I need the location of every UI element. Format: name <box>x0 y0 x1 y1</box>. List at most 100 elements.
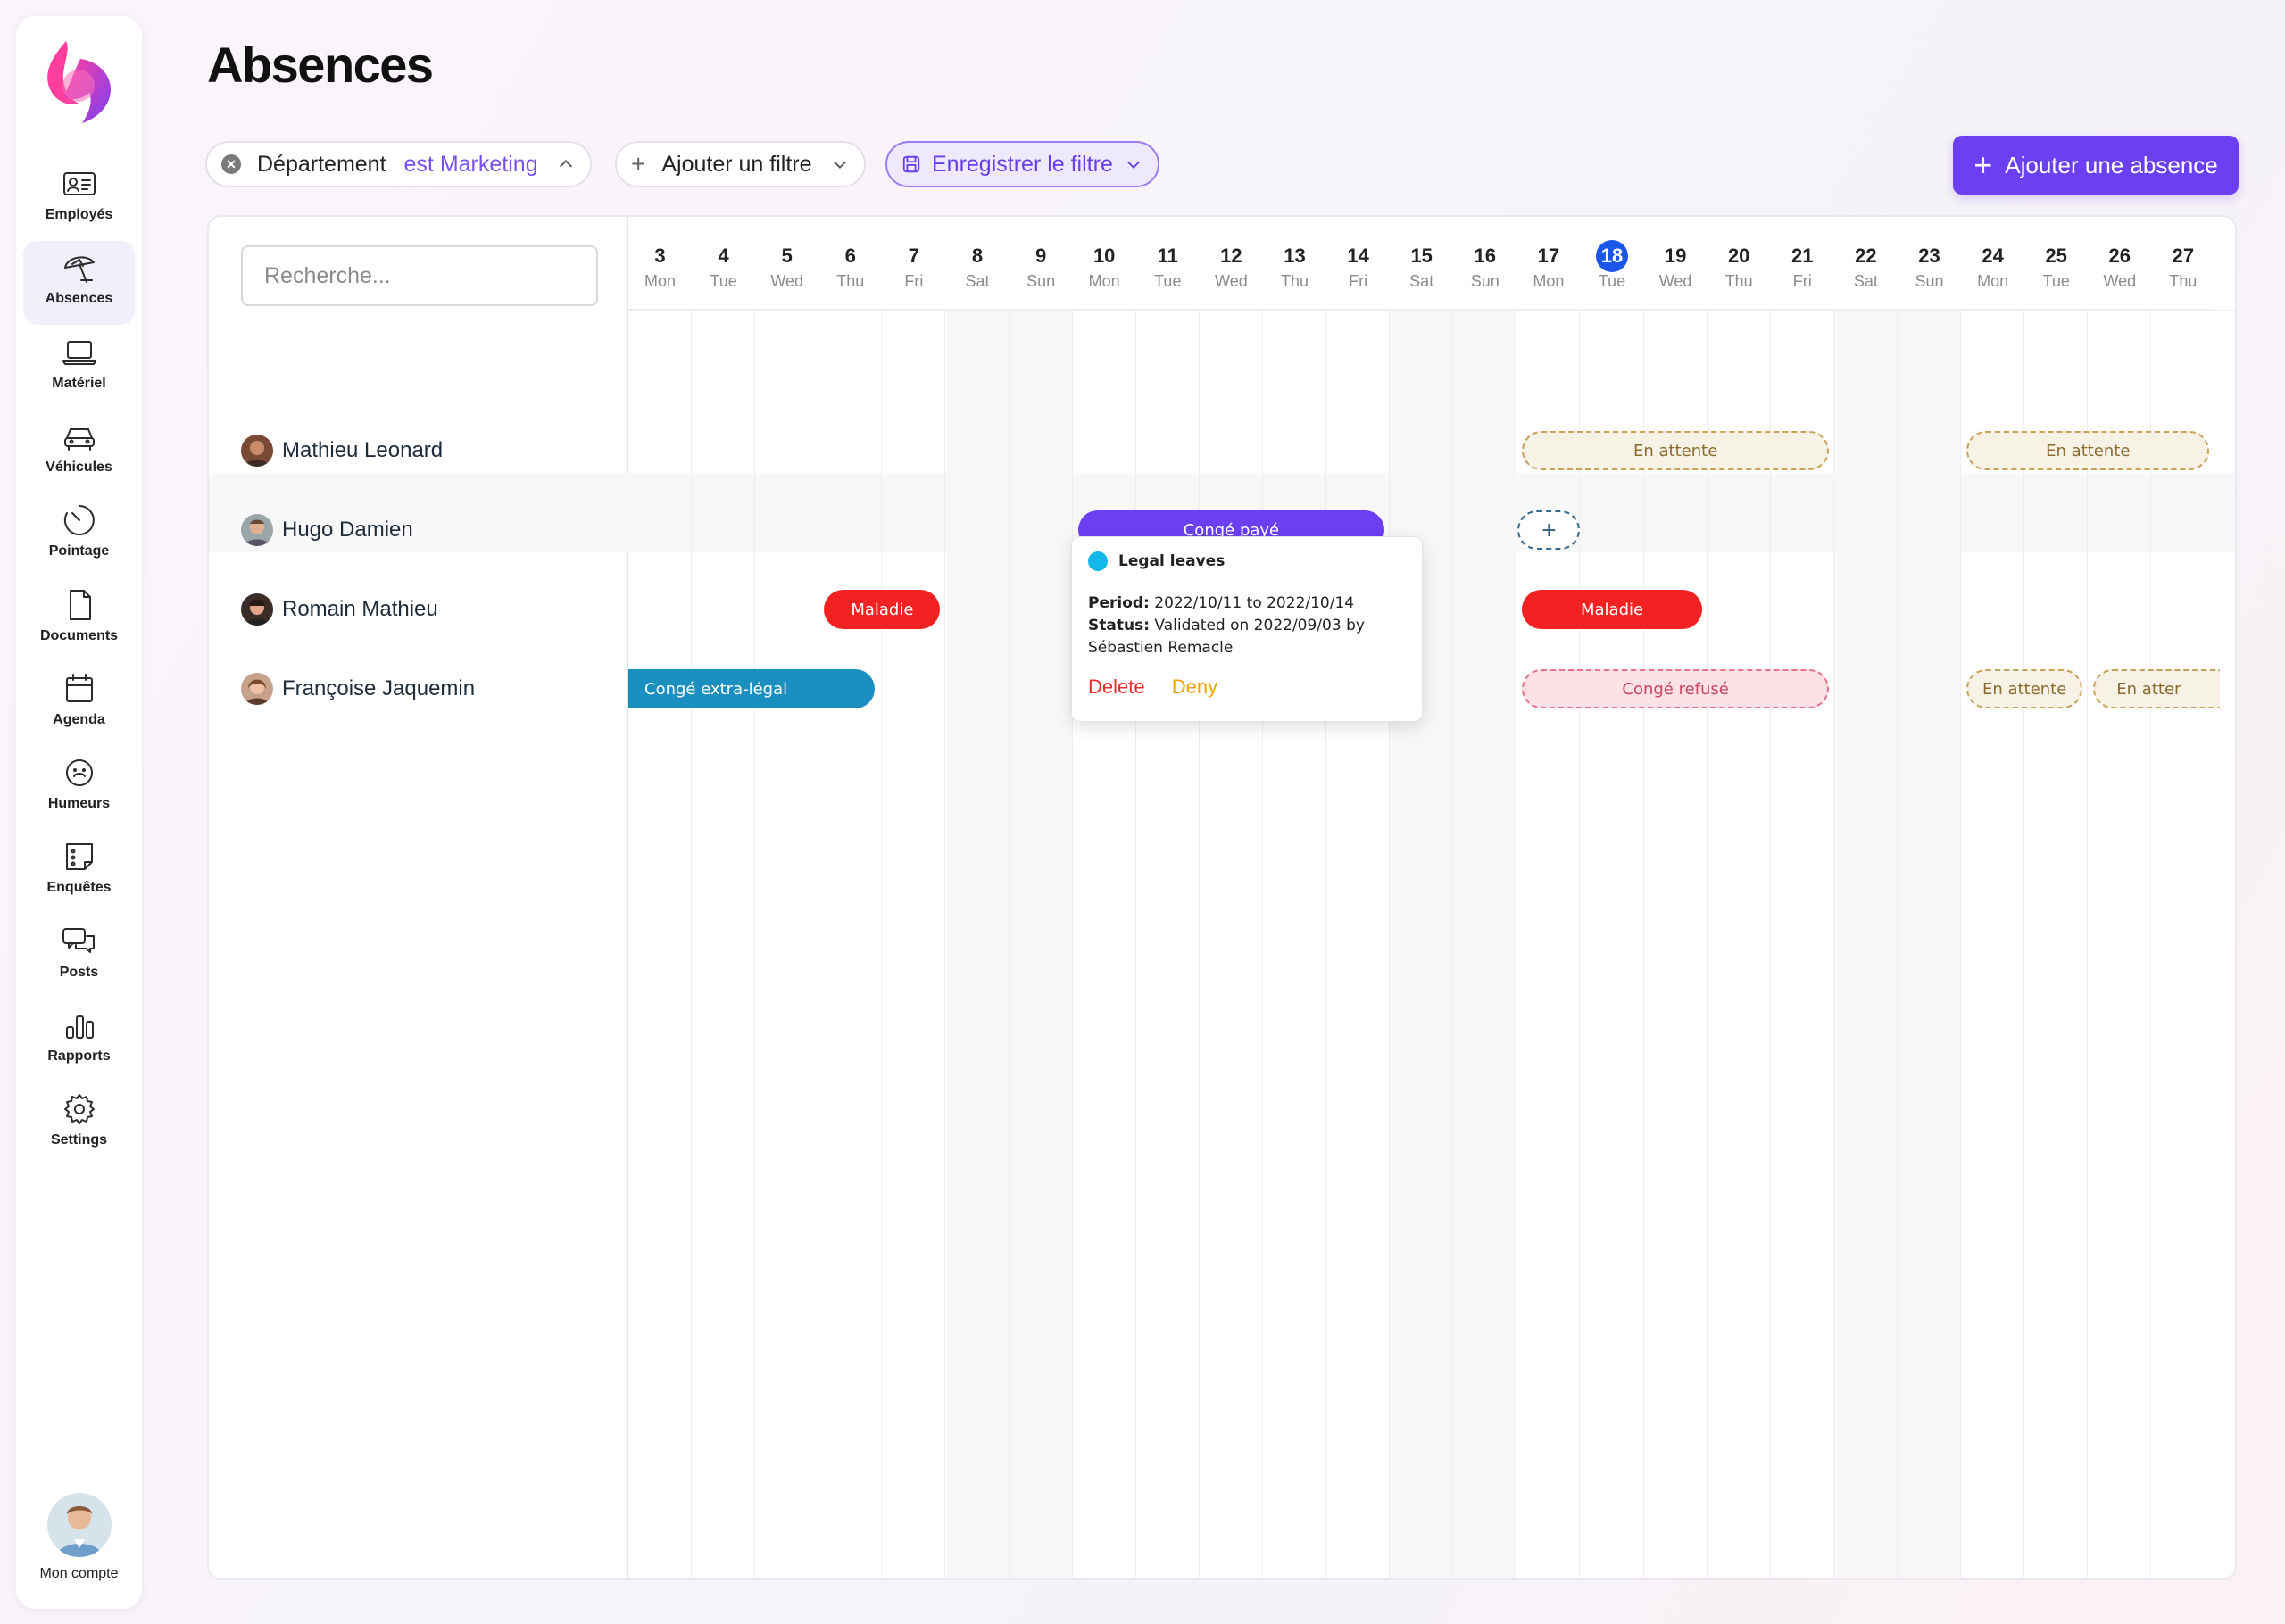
day-column[interactable] <box>1390 311 1454 1578</box>
day-header: 9 Sun <box>1009 217 1073 311</box>
add-absence-slot-button[interactable]: + <box>1517 510 1581 550</box>
day-column[interactable] <box>882 311 946 1578</box>
day-column[interactable] <box>1898 311 1961 1578</box>
sidebar-item-documents[interactable]: Documents <box>23 578 135 662</box>
day-number: 22 <box>1855 244 1877 267</box>
absence-bar-pending[interactable]: En attente <box>1522 431 1829 470</box>
add-filter-button[interactable]: + Ajouter un filtre <box>615 141 866 187</box>
day-column[interactable] <box>1708 311 1771 1578</box>
day-column[interactable] <box>1581 311 1644 1578</box>
add-absence-label: Ajouter une absence <box>2005 151 2218 178</box>
day-header: 8 Sat <box>945 217 1010 311</box>
absence-bar-pending[interactable]: En attente <box>1966 431 2210 470</box>
delete-absence-button[interactable]: Delete <box>1088 675 1145 698</box>
day-column[interactable] <box>1644 311 1708 1578</box>
day-column[interactable] <box>2088 311 2152 1578</box>
employee-column <box>209 217 628 1578</box>
day-number: 5 <box>781 244 793 267</box>
sidebar-item-humeurs[interactable]: Humeurs <box>23 746 135 830</box>
search-input[interactable] <box>241 245 598 306</box>
day-name: Thu <box>836 272 865 290</box>
absence-bar-pending[interactable]: En attente <box>1966 669 2083 708</box>
chat-bubbles-icon <box>62 927 95 953</box>
day-number: 9 <box>1034 244 1047 267</box>
employee-name: Mathieu Leonard <box>282 438 444 462</box>
day-column[interactable] <box>1073 311 1136 1578</box>
day-column[interactable] <box>945 311 1010 1578</box>
day-column[interactable] <box>1136 311 1200 1578</box>
day-column[interactable] <box>755 311 819 1578</box>
document-icon <box>69 589 91 620</box>
day-number: 21 <box>1791 244 1814 267</box>
sidebar-item-absences[interactable]: Absences <box>23 241 135 326</box>
sidebar-item-settings[interactable]: Settings <box>23 1082 135 1166</box>
sidebar-item-posts[interactable]: Posts <box>23 915 135 998</box>
day-number: 12 <box>1220 244 1242 267</box>
day-header: 12 Wed <box>1199 217 1263 311</box>
sidebar-item-materiel[interactable]: Matériel <box>23 326 135 410</box>
day-name: Tue <box>1154 272 1182 290</box>
sidebar-item-label: Rapports <box>47 1048 111 1064</box>
day-column[interactable] <box>1009 311 1073 1578</box>
day-column[interactable] <box>818 311 883 1578</box>
sidebar-item-rapports[interactable]: Rapports <box>23 998 135 1082</box>
day-column[interactable] <box>1961 311 2025 1578</box>
account-avatar <box>46 1493 112 1557</box>
day-column[interactable] <box>1326 311 1391 1578</box>
day-number: 27 <box>2172 244 2195 267</box>
day-header: 13 Thu <box>1263 217 1326 311</box>
day-number: 20 <box>1727 244 1750 267</box>
deny-absence-button[interactable]: Deny <box>1172 675 1217 698</box>
absence-bar-extra[interactable]: Congé extra-légal <box>628 669 876 708</box>
sidebar-item-label: Settings <box>50 1132 108 1148</box>
add-absence-button[interactable]: + Ajouter une absence <box>1953 136 2239 195</box>
sidebar-item-label: Humeurs <box>47 796 111 812</box>
employee-row[interactable]: Françoise Jaquemin <box>241 671 475 707</box>
employee-row[interactable]: Romain Mathieu <box>241 592 438 627</box>
sidebar-item-enquetes[interactable]: Enquêtes <box>23 830 135 914</box>
sidebar-item-label: Matériel <box>52 375 106 391</box>
absence-bar-pending[interactable]: En atter <box>2093 669 2221 708</box>
app-logo-icon[interactable] <box>43 37 116 127</box>
today-date-badge: 18 <box>1596 240 1628 272</box>
day-header: 27 Thu <box>2151 217 2215 311</box>
sidebar-item-vehicules[interactable]: Véhicules <box>23 410 135 493</box>
day-number: 15 <box>1410 244 1433 267</box>
employee-row[interactable]: Mathieu Leonard <box>241 433 443 468</box>
employee-name: Hugo Damien <box>282 518 413 542</box>
day-column[interactable] <box>1200 311 1263 1578</box>
day-column[interactable] <box>1263 311 1326 1578</box>
save-filter-button[interactable]: Enregistrer le filtre <box>885 141 1159 187</box>
sidebar-item-agenda[interactable]: Agenda <box>23 662 135 746</box>
absence-bar-sick[interactable]: Maladie <box>824 590 941 629</box>
day-column[interactable] <box>692 311 756 1578</box>
day-name: Thu <box>1280 272 1309 290</box>
day-column[interactable] <box>1453 311 1517 1578</box>
sidebar-item-pointage[interactable]: Pointage <box>23 493 135 577</box>
department-filter-chip[interactable]: ✕ Département est Marketing <box>205 141 592 187</box>
sidebar-item-label: Posts <box>59 964 99 980</box>
calendar-icon <box>65 673 93 702</box>
day-column[interactable] <box>1771 311 1834 1578</box>
day-column[interactable] <box>1833 311 1898 1578</box>
day-header: 19 Wed <box>1643 217 1708 311</box>
sidebar-item-label: Enquêtes <box>46 880 112 896</box>
absence-bar-refused[interactable]: Congé refusé <box>1522 669 1829 708</box>
timeline-grid: 3 Mon 4 Tue 5 Wed 6 Thu 7 Fri 8 Sat 9 Sun 10 Mon 11 Tue 12… <box>628 217 2235 1578</box>
day-column[interactable] <box>628 311 692 1578</box>
day-column[interactable] <box>1516 311 1581 1578</box>
laptop-icon <box>62 340 96 365</box>
account-button[interactable]: Mon compte <box>23 1493 135 1582</box>
day-header: 6 Thu <box>818 217 883 311</box>
day-column[interactable] <box>2024 311 2089 1578</box>
add-filter-label: Ajouter un filtre <box>661 151 812 177</box>
sidebar-item-employes[interactable]: Employés <box>23 157 135 241</box>
day-name: Wed <box>1658 272 1692 290</box>
day-column[interactable] <box>2151 311 2215 1578</box>
save-icon <box>902 155 920 173</box>
employee-row[interactable]: Hugo Damien <box>241 512 413 548</box>
day-header: 11 Tue <box>1135 217 1200 311</box>
absence-bar-sick[interactable]: Maladie <box>1522 590 1702 629</box>
remove-filter-icon[interactable]: ✕ <box>221 154 241 174</box>
day-name: Sat <box>965 272 990 290</box>
